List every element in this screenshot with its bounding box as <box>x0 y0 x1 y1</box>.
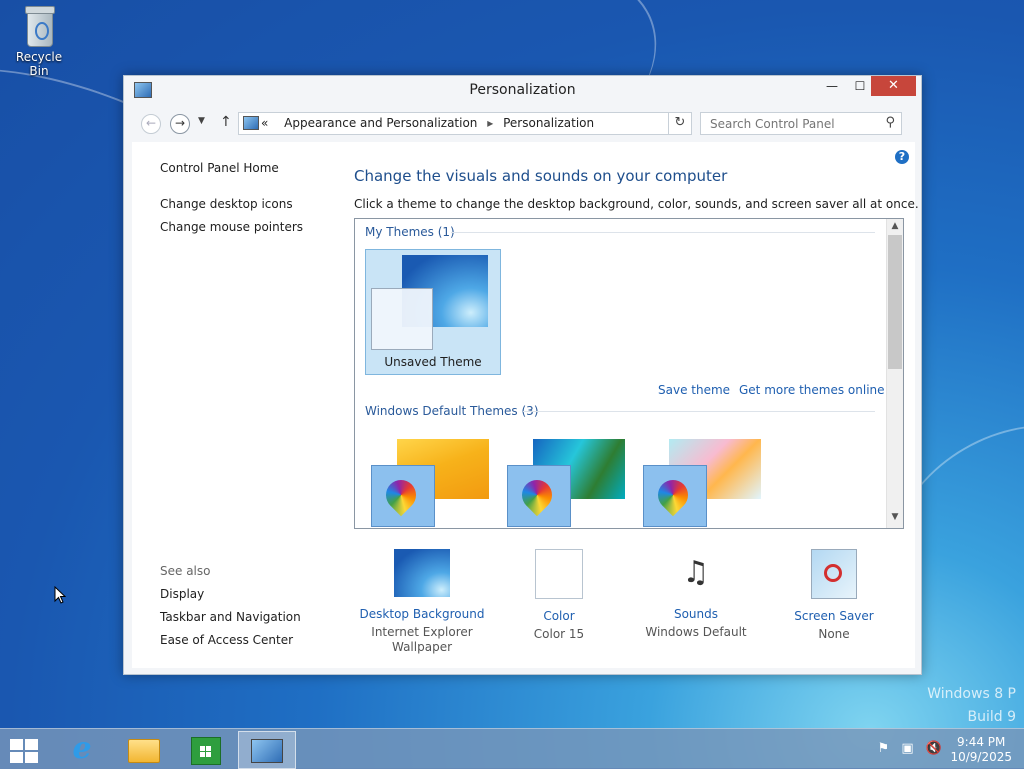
breadcrumb: « Appearance and Personalization ▸ Perso… <box>261 116 594 130</box>
clock[interactable]: 9:44 PM 10/9/2025 <box>950 735 1012 765</box>
desktop-background-value: Internet Explorer Wallpaper <box>371 625 473 654</box>
sounds-value: Windows Default <box>645 625 747 639</box>
address-bar[interactable]: « Appearance and Personalization ▸ Perso… <box>238 112 680 135</box>
search-icon[interactable]: ⚲ <box>885 115 895 130</box>
recycle-bin-shortcut[interactable]: Recycle Bin <box>6 6 72 78</box>
recycle-bin-label: Recycle Bin <box>15 50 63 78</box>
desktop-background-label: Desktop Background <box>359 607 485 621</box>
folder-icon <box>128 739 160 763</box>
sounds-icon: ♫ <box>682 555 710 590</box>
desktop-background-icon <box>394 549 450 597</box>
maximize-button[interactable]: ☐ <box>846 76 874 96</box>
search-input[interactable] <box>708 116 882 132</box>
breadcrumb-personalization[interactable]: Personalization <box>503 116 594 130</box>
page-title: Change the visuals and sounds on your co… <box>354 167 728 185</box>
display-link[interactable]: Display <box>160 587 204 601</box>
sounds-label: Sounds <box>673 607 719 621</box>
color-palette-icon <box>507 465 571 527</box>
control-panel-home-link[interactable]: Control Panel Home <box>160 161 279 175</box>
desktop-watermark: Windows 8 P <box>927 686 1016 702</box>
control-panel-icon <box>243 116 259 130</box>
get-more-themes-link[interactable]: Get more themes online <box>739 383 885 397</box>
see-also-heading: See also <box>160 564 211 578</box>
network-icon[interactable]: ▣ <box>901 741 913 756</box>
my-themes-label: My Themes (1) <box>365 225 455 239</box>
color-label: Color <box>543 609 575 623</box>
save-theme-link[interactable]: Save theme <box>658 383 730 397</box>
scroll-down-arrow-icon[interactable]: ▼ <box>887 512 903 526</box>
section-divider <box>523 411 875 412</box>
store-taskbar-button[interactable] <box>178 731 234 767</box>
color-palette-icon <box>643 465 707 527</box>
section-divider <box>451 232 875 233</box>
control-panel-icon <box>251 739 283 763</box>
unsaved-theme-label: Unsaved Theme <box>384 355 482 369</box>
windows-logo-icon <box>10 739 38 763</box>
store-icon <box>191 737 221 765</box>
color-option[interactable]: Color Color 15 <box>494 549 624 642</box>
search-box[interactable]: ⚲ <box>700 112 902 135</box>
change-desktop-icons-link[interactable]: Change desktop icons <box>160 197 293 211</box>
no-symbol-icon <box>824 564 842 582</box>
desktop-watermark: Build 9 <box>967 709 1016 725</box>
internet-explorer-taskbar-button[interactable]: e <box>54 731 110 767</box>
screen-saver-label: Screen Saver <box>794 609 874 623</box>
help-icon[interactable]: ? <box>895 150 909 164</box>
screen-saver-option[interactable]: Screen Saver None <box>769 549 899 642</box>
recycle-bin-icon <box>23 6 55 47</box>
taskbar: e ⚑ ▣ 🔇 9:44 PM 10/9/2025 <box>0 728 1024 769</box>
refresh-icon[interactable]: ↻ <box>668 112 692 135</box>
taskbar-navigation-link[interactable]: Taskbar and Navigation <box>160 610 301 624</box>
scroll-up-arrow-icon[interactable]: ▲ <box>887 221 903 235</box>
minimize-button[interactable]: — <box>818 76 846 96</box>
internet-explorer-icon: e <box>72 731 92 766</box>
recent-pages-chevron-icon[interactable]: ▼ <box>198 116 205 126</box>
desktop-background-option[interactable]: Desktop Background Internet Explorer Wal… <box>357 549 487 655</box>
page-description: Click a theme to change the desktop back… <box>354 197 919 211</box>
file-explorer-taskbar-button[interactable] <box>116 731 172 767</box>
navigation-bar: ← → ▼ ↑ « Appearance and Personalization… <box>132 109 912 137</box>
clock-time: 9:44 PM <box>957 735 1006 749</box>
default-theme-tile-windows[interactable] <box>367 435 497 527</box>
control-panel-taskbar-button[interactable] <box>238 731 296 769</box>
breadcrumb-appearance[interactable]: Appearance and Personalization <box>284 116 477 130</box>
ease-of-access-link[interactable]: Ease of Access Center <box>160 633 293 647</box>
unsaved-theme-tile[interactable]: Unsaved Theme <box>365 249 501 375</box>
screen-saver-value: None <box>818 627 850 641</box>
scrollbar-thumb[interactable] <box>888 235 902 369</box>
breadcrumb-overflow[interactable]: « <box>261 116 268 130</box>
chevron-right-icon: ▸ <box>487 116 494 130</box>
window-color-preview <box>371 288 433 350</box>
screen-saver-icon <box>811 549 857 599</box>
color-value: Color 15 <box>533 627 585 641</box>
change-mouse-pointers-link[interactable]: Change mouse pointers <box>160 220 303 234</box>
main-content: ? Control Panel Home Change desktop icon… <box>132 142 919 668</box>
color-swatch-icon <box>535 549 583 599</box>
action-center-flag-icon[interactable]: ⚑ <box>878 741 890 756</box>
default-themes-label: Windows Default Themes (3) <box>365 404 539 418</box>
volume-muted-icon[interactable]: 🔇 <box>926 741 942 756</box>
theme-list-scrollbar[interactable]: ▲ ▼ <box>886 219 903 528</box>
personalization-window: Personalization — ☐ ✕ ← → ▼ ↑ « Appearan… <box>123 75 922 675</box>
title-bar[interactable]: Personalization — ☐ ✕ <box>124 76 921 104</box>
up-arrow-icon[interactable]: ↑ <box>220 114 232 130</box>
sounds-option[interactable]: ♫ Sounds Windows Default <box>631 549 761 640</box>
theme-list: My Themes (1) Unsaved Theme Save theme G… <box>354 218 904 529</box>
back-arrow-icon[interactable]: ← <box>141 114 161 134</box>
color-palette-icon <box>371 465 435 527</box>
start-button[interactable] <box>0 731 56 767</box>
window-title: Personalization <box>469 82 576 98</box>
system-tray: ⚑ ▣ 🔇 <box>878 741 942 756</box>
forward-arrow-icon[interactable]: → <box>170 114 190 134</box>
default-theme-tile-lines-colors[interactable] <box>503 435 633 527</box>
close-button[interactable]: ✕ <box>871 76 916 96</box>
clock-date: 10/9/2025 <box>950 750 1012 764</box>
default-theme-tile-flowers[interactable] <box>639 435 769 527</box>
